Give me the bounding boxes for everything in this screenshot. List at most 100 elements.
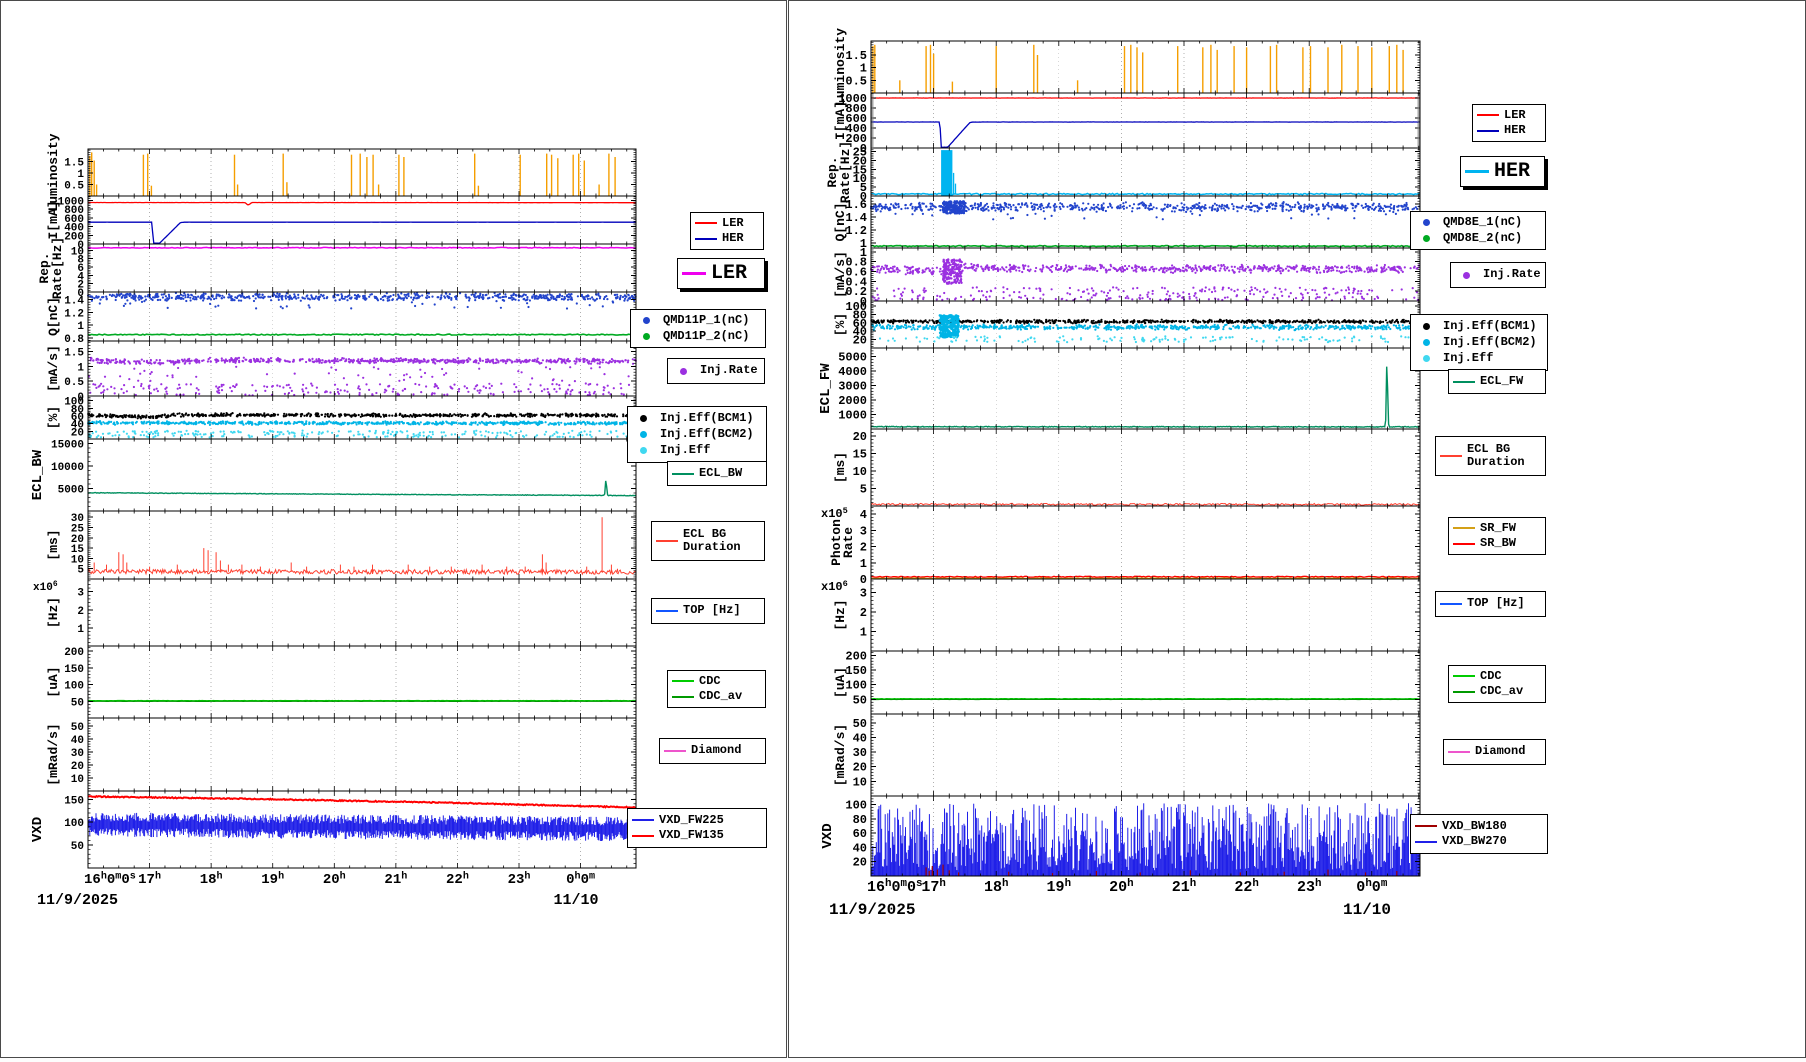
series-ECL_FW	[871, 367, 1420, 428]
legend-line-marker	[695, 238, 717, 240]
subplot-vxd	[88, 791, 636, 868]
series-HER-current	[871, 122, 1420, 147]
legend-diamond: Diamond	[659, 738, 766, 764]
svg-text:1: 1	[77, 624, 84, 636]
svg-text:[ms]: [ms]	[46, 529, 61, 560]
legend-sr: SR_FWSR_BW	[1448, 517, 1546, 555]
subplot-beam-current	[871, 93, 1420, 148]
subplot-diamond	[88, 718, 636, 791]
legend-line-marker	[1453, 527, 1475, 529]
legend-label: VXD_FW225	[659, 814, 724, 827]
svg-text:ECL_BW: ECL_BW	[30, 449, 46, 500]
legend-entry: VXD_BW180	[1415, 820, 1543, 833]
legend-entry: CDC	[1453, 670, 1541, 683]
legend-label: CDC	[1480, 670, 1502, 683]
x-axis-labels: 16h0m0s17h18h19h20h21h22h23h0h0m11/9/202…	[37, 871, 599, 909]
svg-text:5: 5	[77, 565, 84, 577]
legend-label: CDC_av	[699, 690, 742, 703]
legend-label: LER	[711, 263, 747, 285]
legend-ecl-bg: ECL BG Duration	[651, 521, 765, 561]
legend-entry: HER	[1465, 161, 1540, 183]
legend-label: Diamond	[691, 744, 741, 757]
subplot-ecl-bg-duration	[871, 429, 1420, 506]
series-inj-eff-burst	[939, 314, 960, 339]
subplot-injection-charge	[87, 292, 637, 341]
legend-label: ECL_FW	[1480, 375, 1523, 388]
legend-label: HER	[1504, 124, 1526, 137]
legend-line-marker	[672, 680, 694, 682]
left-monitor-panel: 0.511.5Luminosity02004006008001000I[mA]0…	[0, 0, 787, 1058]
legend-label: Inj.Eff(BCM2)	[660, 428, 754, 441]
legend-dot-marker	[640, 415, 647, 422]
svg-text:50: 50	[71, 722, 84, 734]
legend-ecl-bw: ECL_BW	[667, 461, 767, 486]
legend-entry: Inj.Eff	[1415, 352, 1543, 365]
series-SR_BW	[871, 576, 1420, 577]
legend-line-marker	[1477, 130, 1499, 132]
legend-vxd: VXD_FW225 VXD_FW135	[627, 808, 767, 848]
legend-label: LER	[1504, 109, 1526, 122]
svg-text:30: 30	[71, 513, 84, 525]
axes-luminosity: 0.511.5	[845, 41, 1420, 93]
legend-dot-marker	[643, 317, 650, 324]
legend-label: Inj.Eff	[1443, 352, 1493, 365]
legend-label: Inj.Eff(BCM1)	[660, 412, 754, 425]
svg-text:1: 1	[77, 321, 84, 333]
legend-label: LER	[722, 217, 744, 230]
svg-text:I[mA]: I[mA]	[46, 200, 61, 239]
legend-entry: VXD_FW135	[632, 829, 762, 842]
legend-entry: Inj.Eff(BCM1)	[632, 412, 762, 425]
right-chart-canvas: 0.511.5Luminosity02004006008001000I[mA]0…	[789, 1, 1805, 1057]
axes-top-rate: 123	[860, 579, 1420, 651]
legend-label: Inj.Eff(BCM2)	[1443, 336, 1537, 349]
svg-text:20: 20	[71, 761, 84, 773]
legend-dot-marker	[1423, 323, 1430, 330]
legend-entry: ECL_FW	[1453, 375, 1541, 388]
subplot-injection-rate	[870, 248, 1420, 302]
series-QMD11P_1-low	[99, 301, 615, 310]
legend-injection-charge: QMD8E_1(nC) QMD8E_2(nC)	[1410, 211, 1546, 250]
svg-text:1.5: 1.5	[64, 158, 84, 170]
legend-cdc: CDCCDC_av	[1448, 665, 1546, 703]
legend-entry: QMD8E_2(nC)	[1415, 232, 1541, 245]
series-ecl-bg-baseline	[88, 569, 636, 574]
svg-text:1.5: 1.5	[64, 347, 84, 359]
legend-injection-efficiency: Inj.Eff(BCM1)Inj.Eff(BCM2)Inj.Eff	[1410, 314, 1548, 371]
subplot-ecl-fw	[871, 348, 1420, 429]
legend-top: TOP [Hz]	[1435, 591, 1546, 617]
series-ecl-bg-baseline	[871, 503, 1420, 505]
series-inj-eff-bcm2	[87, 420, 637, 426]
subplot-injection-efficiency	[870, 301, 1421, 348]
series-inj-eff-bcm1	[87, 412, 636, 420]
legend-label: QMD8E_1(nC)	[1443, 216, 1522, 229]
legend-line-marker	[1415, 841, 1437, 843]
legend-line-marker	[1453, 543, 1475, 545]
series-inj-rate-low	[89, 382, 630, 396]
legend-label: Diamond	[1475, 745, 1525, 758]
legend-line-marker	[632, 819, 654, 821]
svg-text:10: 10	[71, 554, 84, 566]
legend-entry: Diamond	[1448, 745, 1541, 758]
svg-text:0.8: 0.8	[64, 334, 84, 346]
legend-entry: LER	[695, 217, 759, 230]
legend-rep-rate-ring: LER	[677, 258, 765, 289]
legend-line-marker	[1465, 170, 1489, 173]
svg-text:Rate[Hz]: Rate[Hz]	[50, 237, 65, 299]
axes-ecl-bw: 50001000015000	[51, 439, 636, 511]
subplot-rep-rate	[871, 148, 1420, 196]
series-VXD_BW270	[871, 803, 1420, 876]
legend-line-marker	[1453, 691, 1475, 693]
legend-label: Inj.Eff	[660, 444, 710, 457]
axes-diamond: 1020304050	[853, 714, 1420, 796]
legend-entry: Diamond	[664, 744, 761, 757]
series-inj-eff	[879, 335, 1419, 343]
series-SR_FW	[871, 578, 1420, 579]
legend-line-marker	[656, 540, 678, 542]
legend-injection-rate: Inj.Rate	[1450, 262, 1546, 288]
svg-text:50: 50	[71, 697, 84, 709]
legend-label: SR_BW	[1480, 537, 1516, 550]
svg-text:5000: 5000	[58, 485, 84, 497]
svg-text:200: 200	[64, 647, 84, 659]
svg-text:Q[nC]: Q[nC]	[46, 297, 61, 336]
series-luminosity	[90, 152, 615, 195]
